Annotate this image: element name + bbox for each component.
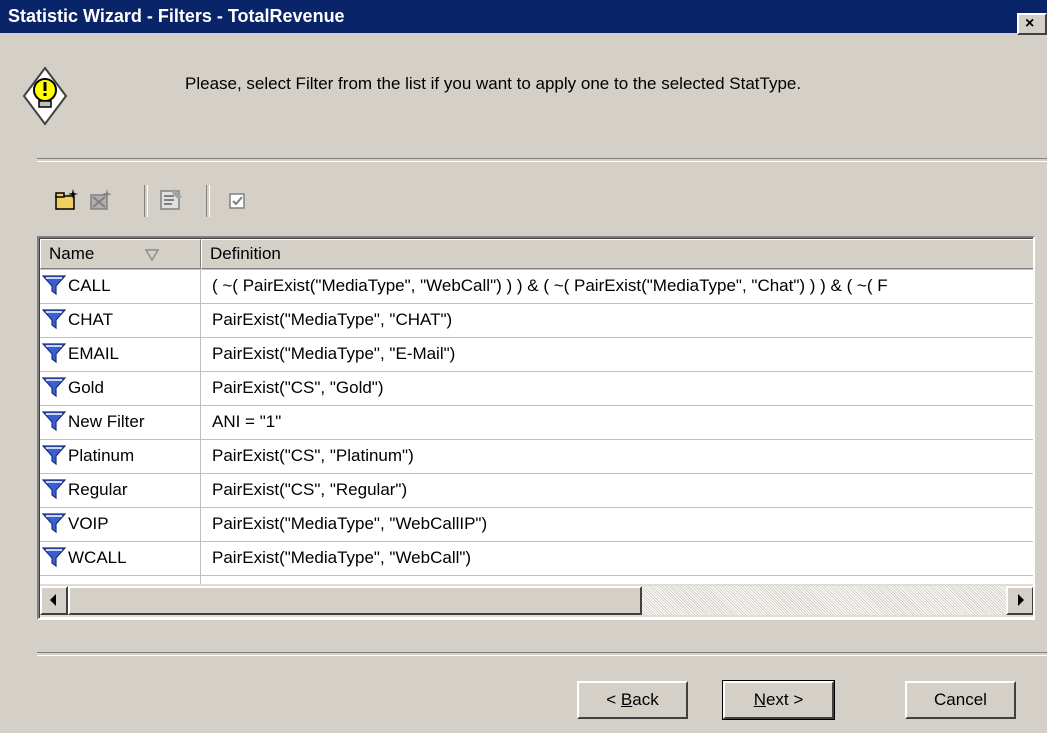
- row-gridline: [40, 303, 1033, 304]
- row-gridline: [40, 541, 1033, 542]
- checkbox-icon[interactable]: [224, 187, 250, 213]
- filter-definition: PairExist("CS", "Platinum"): [212, 446, 414, 465]
- sort-down-icon: [145, 249, 159, 261]
- filter-name: Gold: [68, 378, 104, 397]
- delete-filter-icon[interactable]: [88, 187, 114, 213]
- filter-definition: PairExist("MediaType", "WebCallIP"): [212, 514, 488, 533]
- list-header: Name Definition: [40, 239, 1033, 269]
- lightbulb-hint-icon: [22, 66, 68, 126]
- bottom-separator: [37, 652, 1047, 656]
- table-row[interactable]: Gold PairExist("CS", "Gold"): [40, 371, 1033, 405]
- properties-icon[interactable]: [158, 187, 184, 213]
- filter-name: Regular: [68, 480, 128, 499]
- filter-name: WCALL: [68, 548, 127, 567]
- back-button[interactable]: < Back: [577, 681, 688, 719]
- horizontal-scrollbar[interactable]: [40, 584, 1033, 617]
- filter-name: CHAT: [68, 310, 114, 329]
- row-gridline: [40, 371, 1033, 372]
- name-cell: VOIP: [40, 507, 200, 541]
- arrow-right-icon: [1018, 594, 1024, 606]
- table-row[interactable]: EMAIL PairExist("MediaType", "E-Mail"): [40, 337, 1033, 371]
- filter-icon: [42, 513, 66, 534]
- filter-icon: [42, 411, 66, 432]
- filter-definition: PairExist("CS", "Gold"): [212, 378, 384, 397]
- table-row[interactable]: VOIP PairExist("MediaType", "WebCallIP"): [40, 507, 1033, 541]
- name-cell: New Filter: [40, 405, 200, 439]
- filter-definition: PairExist("MediaType", "CHAT"): [212, 310, 453, 329]
- row-gridline: [40, 507, 1033, 508]
- filter-icon: [42, 275, 66, 296]
- table-row[interactable]: CHAT PairExist("MediaType", "CHAT"): [40, 303, 1033, 337]
- table-row[interactable]: CALL ( ~( PairExist("MediaType", "WebCall…: [40, 269, 1033, 303]
- column-header-name[interactable]: Name: [40, 239, 201, 269]
- filter-list[interactable]: Name Definition CALL ( ~( PairExist("Medi…: [37, 236, 1035, 620]
- name-cell: Platinum: [40, 439, 200, 473]
- next-button[interactable]: Next >: [722, 680, 835, 720]
- name-cell: Regular: [40, 473, 200, 507]
- instruction-text: Please, select Filter from the list if y…: [185, 74, 802, 93]
- filter-name: VOIP: [68, 514, 109, 533]
- filter-name: CALL: [68, 276, 111, 295]
- cancel-button[interactable]: Cancel: [905, 681, 1016, 719]
- scroll-left-button[interactable]: [40, 586, 68, 615]
- name-cell: WCALL: [40, 541, 200, 575]
- scrollbar-thumb[interactable]: [68, 586, 642, 615]
- scroll-right-button[interactable]: [1006, 586, 1033, 615]
- filter-definition: ( ~( PairExist("MediaType", "WebCall") )…: [212, 276, 888, 295]
- row-gridline: [40, 473, 1033, 474]
- table-row[interactable]: WCALL PairExist("MediaType", "WebCall"): [40, 541, 1033, 575]
- filter-icon: [42, 343, 66, 364]
- name-cell: Gold: [40, 371, 200, 405]
- filter-icon: [42, 445, 66, 466]
- table-row[interactable]: Regular PairExist("CS", "Regular"): [40, 473, 1033, 507]
- row-gridline: [40, 269, 1033, 270]
- scrollbar-track[interactable]: [642, 586, 1006, 615]
- close-button[interactable]: ×: [1017, 13, 1047, 35]
- name-cell: EMAIL: [40, 337, 200, 371]
- filter-definition: PairExist("MediaType", "WebCall"): [212, 548, 472, 567]
- table-row[interactable]: New Filter ANI = "1": [40, 405, 1033, 439]
- filter-icon: [42, 309, 66, 330]
- filter-name: Platinum: [68, 446, 135, 465]
- title-bar: Statistic Wizard - Filters - TotalRevenu…: [0, 0, 1047, 33]
- filter-icon: [42, 479, 66, 500]
- top-separator: [37, 158, 1047, 162]
- filter-icon: [42, 377, 66, 398]
- close-icon: ×: [1025, 15, 1035, 32]
- filter-icon: [42, 547, 66, 568]
- toolbar-separator: [144, 185, 148, 217]
- name-cell: CHAT: [40, 303, 200, 337]
- row-gridline: [40, 575, 1033, 576]
- filter-definition: PairExist("MediaType", "E-Mail"): [212, 344, 456, 363]
- row-gridline: [40, 405, 1033, 406]
- row-gridline: [40, 337, 1033, 338]
- column-header-definition[interactable]: Definition: [201, 239, 1033, 269]
- filter-name: EMAIL: [68, 344, 120, 363]
- table-row[interactable]: Platinum PairExist("CS", "Platinum"): [40, 439, 1033, 473]
- filter-name: New Filter: [68, 412, 145, 431]
- filter-definition: ANI = "1": [212, 412, 282, 431]
- toolbar-separator: [206, 185, 210, 217]
- window-title: Statistic Wizard - Filters - TotalRevenu…: [8, 6, 345, 26]
- new-filter-icon[interactable]: [54, 187, 80, 213]
- row-gridline: [40, 439, 1033, 440]
- name-cell: CALL: [40, 269, 200, 303]
- arrow-left-icon: [50, 594, 56, 606]
- filter-definition: PairExist("CS", "Regular"): [212, 480, 408, 499]
- toolbar: [48, 183, 288, 219]
